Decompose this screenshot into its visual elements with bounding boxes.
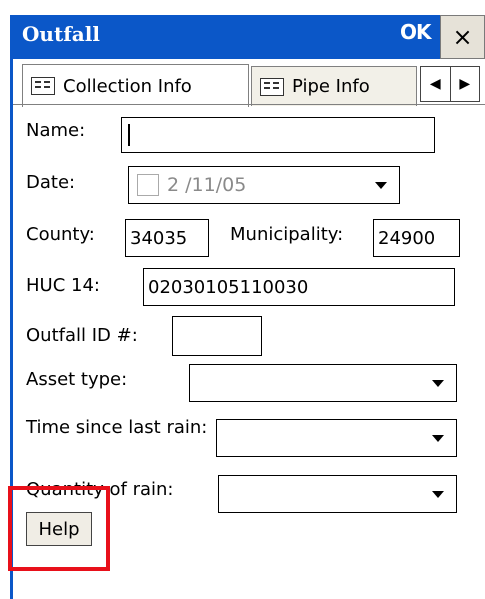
tab-label: Pipe Info <box>292 76 370 97</box>
window-title: Outfall <box>22 22 100 46</box>
arrow-right-icon: ▶ <box>459 76 471 92</box>
text-cursor <box>128 124 130 146</box>
county-field[interactable]: 34035 <box>125 219 209 257</box>
tab-pipe-info[interactable]: Pipe Info <box>251 66 417 106</box>
tab-divider <box>13 104 485 105</box>
time-since-select[interactable] <box>216 419 457 457</box>
asset-type-label: Asset type: <box>26 369 128 390</box>
chevron-down-icon <box>432 380 444 387</box>
chevron-down-icon <box>432 435 444 442</box>
highlight-box <box>8 486 110 571</box>
tab-scroll-control: ◀ ▶ <box>420 66 480 102</box>
chevron-down-icon <box>432 491 444 498</box>
huc-label: HUC 14: <box>26 275 100 296</box>
tab-collection-info[interactable]: Collection Info <box>22 64 249 107</box>
table-icon <box>260 77 284 96</box>
outfall-id-field[interactable] <box>172 316 262 356</box>
asset-type-select[interactable] <box>189 364 457 402</box>
time-since-label: Time since last rain: <box>26 417 208 438</box>
close-button[interactable]: × <box>440 15 485 59</box>
name-input[interactable] <box>121 117 435 153</box>
table-icon <box>31 77 55 95</box>
ok-button[interactable]: OK <box>400 20 431 44</box>
arrow-left-icon: ◀ <box>429 76 441 92</box>
municipality-field[interactable]: 24900 <box>373 219 460 257</box>
outfall-id-label: Outfall ID #: <box>26 325 138 346</box>
tab-scroll-right-button[interactable]: ▶ <box>449 67 480 101</box>
name-label: Name: <box>26 120 86 141</box>
date-picker[interactable]: 2 /11/05 <box>128 166 400 204</box>
huc-field[interactable]: 02030105110030 <box>143 268 455 306</box>
county-label: County: <box>26 224 95 245</box>
tab-scroll-left-button[interactable]: ◀ <box>421 67 450 101</box>
municipality-label: Municipality: <box>230 224 344 245</box>
date-checkbox[interactable] <box>137 174 159 196</box>
date-label: Date: <box>26 172 76 193</box>
date-value: 2 /11/05 <box>167 174 247 196</box>
tab-label: Collection Info <box>63 75 192 97</box>
quantity-select[interactable] <box>218 475 457 513</box>
chevron-down-icon <box>375 182 387 189</box>
